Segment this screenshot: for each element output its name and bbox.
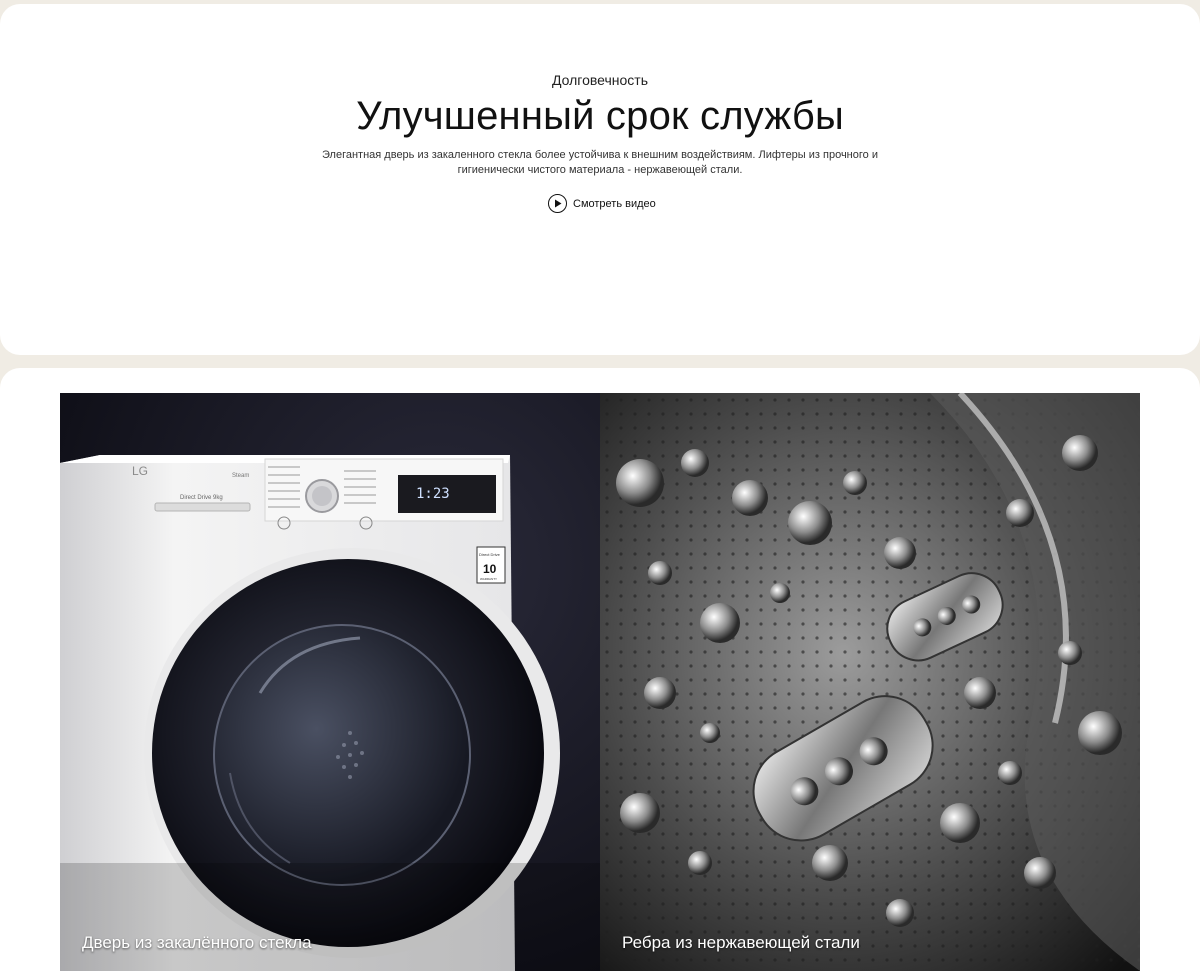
washer-model: Direct Drive 9kg — [180, 495, 223, 501]
badge-number: 10 — [483, 562, 497, 576]
feature-caption-glass-door: Дверь из закалённого стекла — [82, 933, 312, 952]
washer-steam: Steam — [232, 473, 249, 479]
section-headline: Улучшенный срок службы — [356, 94, 844, 138]
section-description: Элегантная дверь из закаленного стекла б… — [322, 149, 878, 176]
section-eyebrow: Долговечность — [552, 72, 648, 88]
watch-video-label: Смотреть видео — [573, 197, 656, 210]
play-circle-icon — [548, 194, 567, 213]
feature-tile-steel-lifters: Ребра из нержавеющей стали — [600, 393, 1140, 971]
badge-line2: WARRANTY — [480, 577, 497, 581]
badge-line1: Direct Drive — [479, 552, 501, 557]
intro-card: Долговечность Улучшенный срок службы Эле… — [0, 4, 1200, 355]
watch-video-button[interactable]: Смотреть видео — [548, 194, 656, 213]
feature-tile-glass-door: 1:23 LG Steam Direct Drive 9kg Direct Dr… — [60, 393, 600, 971]
washer-image: 1:23 LG Steam Direct Drive 9kg Direct Dr… — [60, 393, 600, 971]
page: Долговечность Улучшенный срок службы Эле… — [0, 0, 1200, 976]
drum-image — [600, 393, 1140, 971]
washer-brand: LG — [132, 464, 148, 478]
display-time: 1:23 — [416, 486, 450, 502]
feature-caption-steel-lifters: Ребра из нержавеющей стали — [622, 933, 860, 952]
